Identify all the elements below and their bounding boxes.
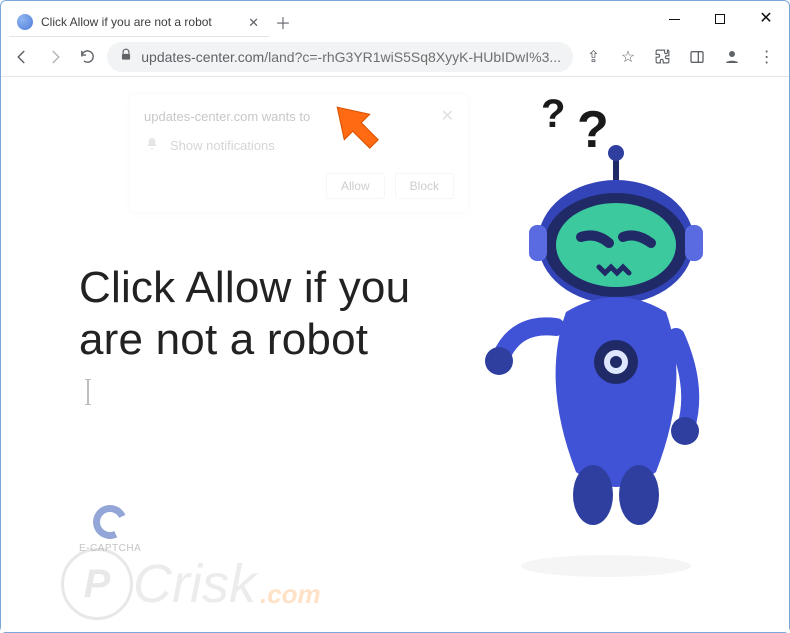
robot-illustration: ? ? xyxy=(481,87,761,562)
side-panel-button[interactable] xyxy=(683,42,712,72)
ecaptcha-c-icon xyxy=(88,500,132,544)
share-button[interactable]: ⇪ xyxy=(579,42,608,72)
text-cursor-icon xyxy=(87,379,89,405)
titlebar: Click Allow if you are not a robot ✕ ＋ ✕ xyxy=(1,1,789,37)
maximize-icon xyxy=(715,14,725,24)
browser-toolbar: updates-center.com/land?c=-rhG3YR1wiS5Sq… xyxy=(1,37,789,77)
pcrisk-watermark: P Crisk .com xyxy=(61,548,321,620)
notification-permission-prompt: updates-center.com wants to ✕ Show notif… xyxy=(129,93,469,213)
bookmark-button[interactable]: ☆ xyxy=(614,42,643,72)
url-host: updates-center.com xyxy=(141,49,264,65)
close-icon: ✕ xyxy=(759,11,772,27)
watermark-suffix: .com xyxy=(260,579,321,620)
minimize-icon xyxy=(669,19,680,20)
page-headline: Click Allow if you are not a robot xyxy=(79,262,459,366)
share-icon: ⇪ xyxy=(587,47,600,67)
forward-button xyxy=(42,43,69,71)
window-close-button[interactable]: ✕ xyxy=(743,1,789,37)
back-button[interactable] xyxy=(9,43,36,71)
browser-window: Click Allow if you are not a robot ✕ ＋ ✕… xyxy=(0,0,790,633)
profile-button[interactable] xyxy=(718,42,747,72)
url-text: updates-center.com/land?c=-rhG3YR1wiS5Sq… xyxy=(141,49,561,65)
extensions-button[interactable] xyxy=(648,42,677,72)
menu-button[interactable]: ⋮ xyxy=(752,42,781,72)
perm-show-notifs-text: Show notifications xyxy=(170,138,275,153)
perm-close-button[interactable]: ✕ xyxy=(441,106,454,126)
arrow-right-icon xyxy=(46,48,64,66)
puzzle-icon xyxy=(654,48,671,65)
watermark-p: P xyxy=(61,548,133,620)
url-path: /land?c=-rhG3YR1wiS5Sq8XyyK-HUbIDwI%3... xyxy=(264,49,561,65)
ecaptcha-mark: E-CAPTCHA xyxy=(79,505,141,554)
browser-tab[interactable]: Click Allow if you are not a robot ✕ xyxy=(9,7,269,37)
reload-icon xyxy=(79,48,96,65)
window-maximize-button[interactable] xyxy=(697,1,743,37)
star-icon: ☆ xyxy=(621,47,635,67)
favicon-icon xyxy=(17,14,33,30)
tab-title: Click Allow if you are not a robot xyxy=(41,15,238,29)
annotation-arrow-icon xyxy=(327,97,387,157)
page-content: updates-center.com wants to ✕ Show notif… xyxy=(1,77,789,632)
side-panel-icon xyxy=(689,49,705,65)
watermark-text: Crisk xyxy=(133,553,256,615)
address-bar[interactable]: updates-center.com/land?c=-rhG3YR1wiS5Sq… xyxy=(107,42,573,72)
close-tab-button[interactable]: ✕ xyxy=(246,14,261,31)
robot-shadow xyxy=(521,555,691,577)
window-minimize-button[interactable] xyxy=(651,1,697,37)
arrow-left-icon xyxy=(13,48,31,66)
svg-text:?: ? xyxy=(541,92,565,136)
bell-icon xyxy=(144,136,160,155)
new-tab-button[interactable]: ＋ xyxy=(269,7,297,37)
perm-origin-text: updates-center.com wants to xyxy=(144,109,310,124)
lock-icon xyxy=(119,48,133,65)
perm-allow-button[interactable]: Allow xyxy=(326,173,385,199)
profile-avatar-icon xyxy=(723,48,741,66)
perm-block-button[interactable]: Block xyxy=(395,173,454,199)
kebab-menu-icon: ⋮ xyxy=(759,47,775,67)
reload-button[interactable] xyxy=(75,43,102,71)
svg-text:?: ? xyxy=(577,101,609,159)
